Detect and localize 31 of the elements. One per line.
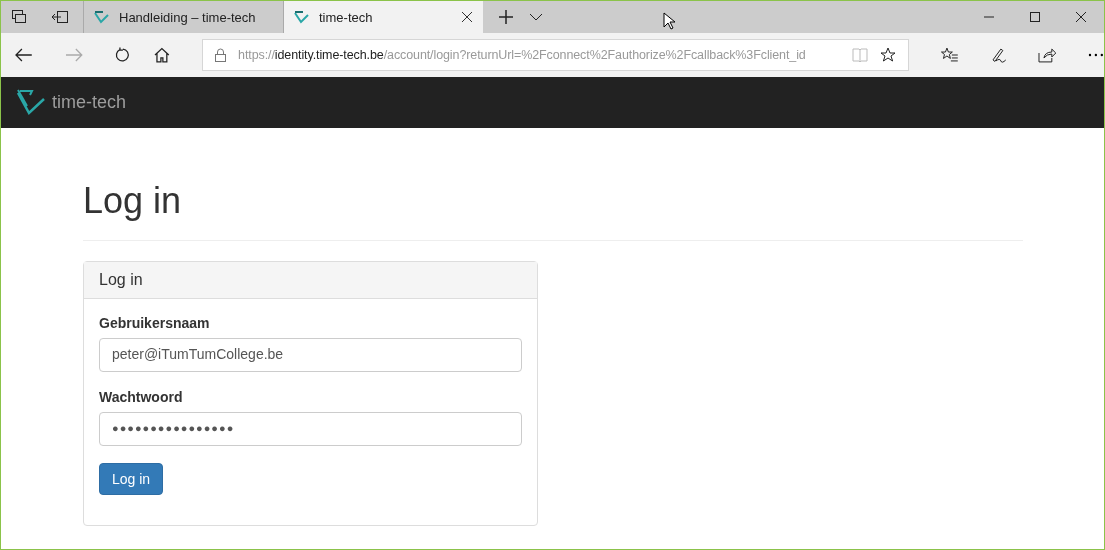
pen-icon[interactable] bbox=[990, 47, 1007, 63]
logo-icon bbox=[94, 10, 109, 24]
maximize-icon[interactable] bbox=[1029, 11, 1041, 23]
field-label: Gebruikersnaam bbox=[99, 315, 211, 331]
new-tab-icon[interactable] bbox=[499, 10, 513, 24]
username-field[interactable]: peter@iTumTumCollege.be bbox=[99, 338, 522, 372]
panel-title: Log in bbox=[99, 271, 143, 288]
page-heading: Log in bbox=[83, 180, 1023, 241]
close-icon[interactable] bbox=[461, 11, 473, 23]
browser-tab[interactable]: time-tech bbox=[283, 1, 483, 33]
chevron-down-icon[interactable] bbox=[529, 13, 543, 21]
more-icon[interactable] bbox=[1088, 53, 1104, 57]
login-button[interactable]: Log in bbox=[99, 463, 164, 495]
password-field[interactable]: ●●●●●●●●●●●●●●●● bbox=[99, 412, 522, 446]
star-icon[interactable] bbox=[879, 47, 896, 63]
favorites-icon[interactable] bbox=[940, 47, 959, 63]
field-label: Wachtwoord bbox=[99, 389, 184, 405]
logo-icon bbox=[294, 10, 309, 24]
tabs-aside-icon[interactable] bbox=[11, 9, 27, 25]
home-icon[interactable] bbox=[154, 47, 171, 63]
share-icon[interactable] bbox=[1038, 47, 1057, 63]
close-icon[interactable] bbox=[1075, 11, 1087, 23]
refresh-icon[interactable] bbox=[114, 47, 131, 63]
url-text: https://identity.time-tech.be/account/login?returnUrl=%2Fconnect%2Fauthorize%2Fcallback%3Fclient_id bbox=[238, 48, 807, 62]
brand-link[interactable]: time-tech bbox=[52, 92, 127, 113]
address-bar[interactable]: https://identity.time-tech.be/account/login?returnUrl=%2Fconnect%2Fauthorize%2Fcallback%3Fclient_id bbox=[202, 39, 909, 71]
lock-icon bbox=[215, 48, 227, 62]
back-icon[interactable] bbox=[15, 48, 33, 62]
set-aside-icon[interactable] bbox=[51, 10, 69, 24]
cursor-icon bbox=[663, 12, 675, 30]
logo-icon[interactable] bbox=[16, 88, 46, 117]
